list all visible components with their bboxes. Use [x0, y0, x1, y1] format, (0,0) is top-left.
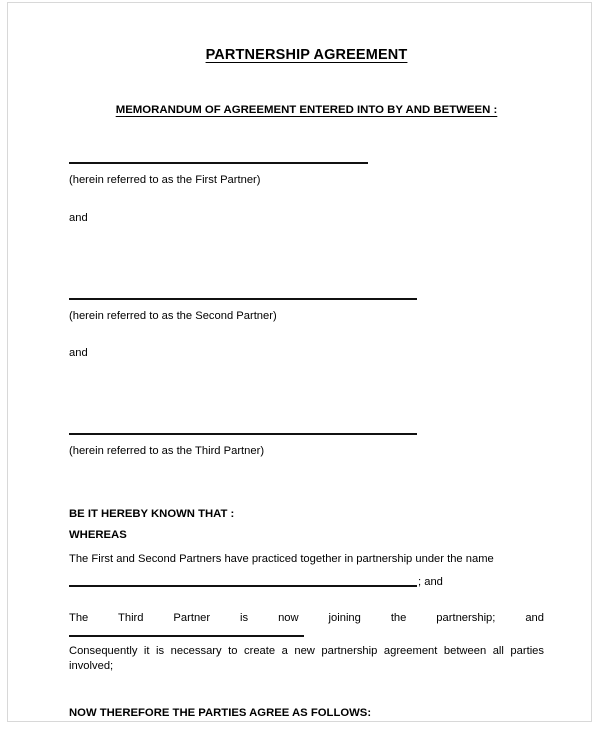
partnership-name-blank[interactable]: [69, 585, 417, 588]
whereas-heading: WHEREAS: [69, 529, 127, 542]
first-partner-block: (herein referred to as the First Partner…: [69, 116, 544, 225]
second-partner-block: (herein referred to as the Second Partne…: [69, 226, 544, 361]
agreement-intro: NOW THEREFORE THE PARTIES AGREE AS FOLLO…: [69, 707, 372, 720]
first-partner-caption: (herein referred to as the First Partner…: [69, 174, 261, 187]
recital-clause-two: The Third Partner is now joining the par…: [69, 612, 544, 625]
document-content: PARTNERSHIP AGREEMENT MEMORANDUM OF AGRE…: [69, 3, 544, 721]
recital-clause-three: Consequently it is necessary to create a…: [69, 645, 544, 673]
document-page: PARTNERSHIP AGREEMENT MEMORANDUM OF AGRE…: [7, 2, 592, 722]
third-partner-block: (herein referred to as the Third Partner…: [69, 361, 544, 459]
page-title: PARTNERSHIP AGREEMENT: [69, 3, 544, 64]
connector-and-1: and: [69, 211, 88, 224]
be-it-hereby-known-heading: BE IT HEREBY KNOWN THAT :: [69, 508, 235, 521]
connector-and-2: and: [69, 346, 88, 359]
page-title-text: PARTNERSHIP AGREEMENT: [205, 47, 408, 63]
recital-clause-one: The First and Second Partners have pract…: [69, 552, 494, 565]
recital-clause-one-tail: ; and: [418, 575, 443, 588]
memorandum-heading-text: MEMORANDUM OF AGREEMENT ENTERED INTO BY …: [115, 103, 498, 116]
third-partner-extra-blank-row: [69, 626, 544, 638]
second-partner-caption: (herein referred to as the Second Partne…: [69, 309, 277, 322]
memorandum-heading: MEMORANDUM OF AGREEMENT ENTERED INTO BY …: [69, 64, 544, 117]
partnership-name-blank-row: ; and: [69, 567, 544, 589]
third-partner-caption: (herein referred to as the Third Partner…: [69, 444, 265, 457]
